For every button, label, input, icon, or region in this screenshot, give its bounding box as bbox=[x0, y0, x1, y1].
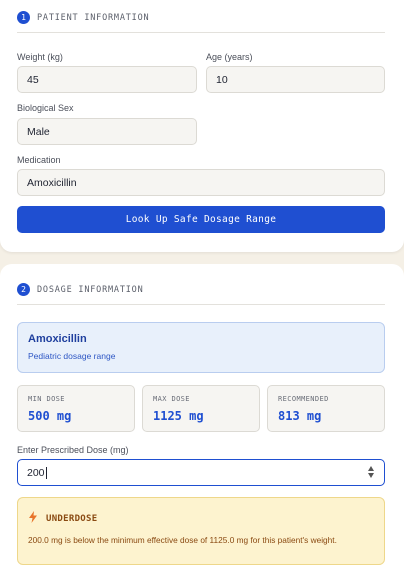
step-badge: 2 bbox=[17, 283, 30, 296]
stat-value: 813 mg bbox=[278, 409, 322, 423]
lookup-dosage-button[interactable]: Look Up Safe Dosage Range bbox=[17, 206, 385, 233]
recommended-dose-stat: RECOMMENDED 813 mg bbox=[267, 385, 385, 432]
warning-message: 200.0 mg is below the minimum effective … bbox=[28, 535, 337, 545]
prescribed-dose-input[interactable]: 200 bbox=[17, 459, 385, 486]
sex-label: Biological Sex bbox=[17, 103, 74, 113]
patient-info-card: 1 PATIENT INFORMATION Weight (kg) 45 Age… bbox=[0, 0, 404, 252]
max-dose-stat: MAX DOSE 1125 mg bbox=[142, 385, 260, 432]
medication-label: Medication bbox=[17, 155, 61, 165]
stat-value: 500 mg bbox=[28, 409, 72, 423]
lightning-icon bbox=[28, 510, 38, 528]
weight-label: Weight (kg) bbox=[17, 52, 63, 62]
age-label: Age (years) bbox=[206, 52, 253, 62]
stepper-up-icon[interactable] bbox=[368, 466, 374, 471]
patient-section-header: 1 PATIENT INFORMATION bbox=[17, 9, 385, 33]
stepper-down-icon[interactable] bbox=[368, 473, 374, 478]
medication-input[interactable]: Amoxicillin bbox=[17, 169, 385, 196]
number-stepper[interactable] bbox=[368, 466, 374, 478]
stat-label: MIN DOSE bbox=[28, 395, 65, 403]
dose-value: 200 bbox=[27, 466, 45, 479]
medication-subtitle: Pediatric dosage range bbox=[28, 351, 116, 361]
section-title: DOSAGE INFORMATION bbox=[37, 284, 144, 295]
step-badge: 1 bbox=[17, 11, 30, 24]
warning-title: UNDERDOSE bbox=[46, 514, 98, 524]
medication-name: Amoxicillin bbox=[28, 333, 87, 345]
min-dose-stat: MIN DOSE 500 mg bbox=[17, 385, 135, 432]
text-caret bbox=[45, 466, 47, 479]
sex-select[interactable]: Male bbox=[17, 118, 197, 145]
stat-label: RECOMMENDED bbox=[278, 395, 329, 403]
medication-info-box: Amoxicillin Pediatric dosage range bbox=[17, 322, 385, 373]
weight-input[interactable]: 45 bbox=[17, 66, 197, 93]
stat-value: 1125 mg bbox=[153, 409, 204, 423]
age-input[interactable]: 10 bbox=[206, 66, 385, 93]
section-title: PATIENT INFORMATION bbox=[37, 12, 150, 23]
underdose-warning: UNDERDOSE 200.0 mg is below the minimum … bbox=[17, 497, 385, 565]
dose-input-label: Enter Prescribed Dose (mg) bbox=[17, 445, 129, 455]
dosage-section-header: 2 DOSAGE INFORMATION bbox=[17, 281, 385, 305]
stat-label: MAX DOSE bbox=[153, 395, 190, 403]
